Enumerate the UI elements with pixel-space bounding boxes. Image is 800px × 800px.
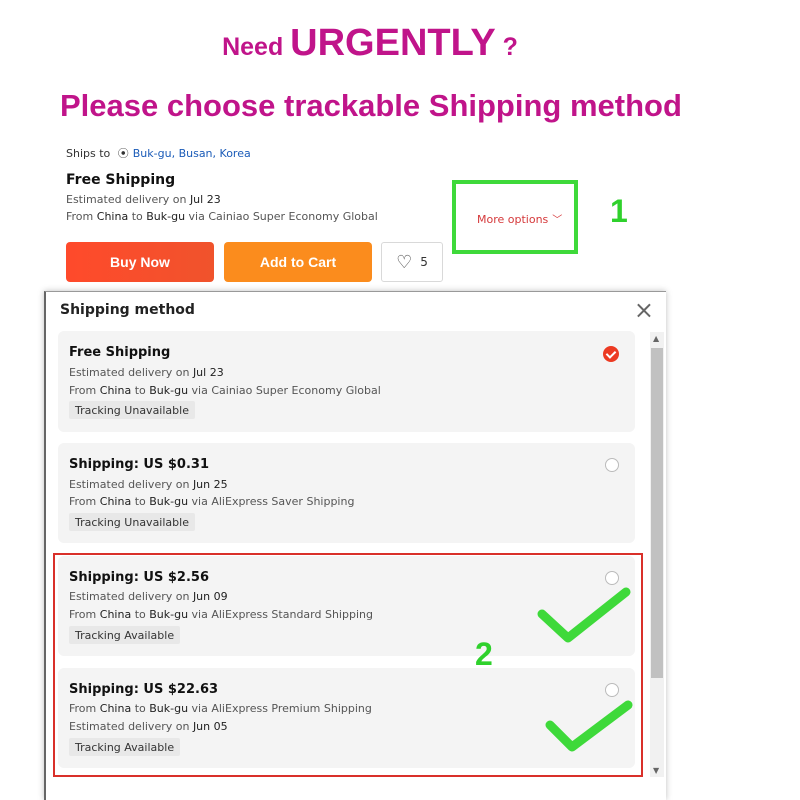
modal-scrollbar[interactable]: ▲ ▼ bbox=[650, 332, 664, 777]
ships-to-label: Ships to bbox=[66, 147, 111, 160]
check-mark-icon bbox=[537, 587, 631, 643]
delivery-estimate: Estimated delivery on Jul 23 bbox=[66, 193, 221, 206]
route-dest: Buk-gu bbox=[149, 495, 189, 508]
route-dest: Buk-gu bbox=[149, 384, 189, 397]
option-title: Shipping: US $0.31 bbox=[69, 457, 209, 472]
delivery-prefix: Estimated delivery on bbox=[66, 193, 187, 206]
check-mark-icon bbox=[545, 700, 633, 752]
route-to: to bbox=[134, 384, 146, 397]
shipping-title: Free Shipping bbox=[66, 172, 176, 188]
ships-to-location[interactable]: Buk-gu, Busan, Korea bbox=[133, 147, 251, 160]
route-origin: China bbox=[99, 384, 132, 397]
option-radio[interactable] bbox=[605, 458, 619, 472]
route-via: via AliExpress Saver Shipping bbox=[191, 495, 355, 508]
more-options-label: More options bbox=[477, 213, 549, 226]
wishlist-count: 5 bbox=[420, 255, 428, 269]
urgent-word: URGENTLY bbox=[290, 22, 496, 64]
scroll-down-icon[interactable]: ▼ bbox=[653, 766, 659, 775]
urgent-headline: Need URGENTLY ? bbox=[0, 22, 740, 65]
heart-icon: ♡ bbox=[396, 251, 413, 273]
shipping-route: From China to Buk-gu via Cainiao Super E… bbox=[66, 210, 378, 223]
route-dest: Buk-gu bbox=[146, 210, 186, 223]
chevron-down-icon: ﹀ bbox=[552, 215, 563, 226]
close-icon[interactable]: × bbox=[634, 298, 654, 322]
route-to: to bbox=[131, 210, 143, 223]
delivery-date: Jun 25 bbox=[192, 478, 228, 491]
step-one-marker: 1 bbox=[610, 193, 628, 229]
delivery-prefix: Estimated delivery on bbox=[69, 478, 190, 491]
delivery-date: Jul 23 bbox=[192, 366, 224, 379]
route-origin: China bbox=[96, 210, 129, 223]
buy-now-button[interactable]: Buy Now bbox=[66, 242, 214, 282]
option-radio-selected[interactable] bbox=[603, 346, 619, 362]
route-to: to bbox=[134, 495, 146, 508]
option-delivery: Estimated delivery on Jul 23 bbox=[69, 366, 224, 379]
route-from: From bbox=[66, 210, 94, 223]
urgent-suffix: ? bbox=[502, 33, 518, 61]
more-options-link[interactable]: More options ﹀ bbox=[477, 211, 562, 226]
ships-to: Ships to ⦿ Buk-gu, Busan, Korea bbox=[66, 145, 251, 161]
wishlist-button[interactable]: ♡ 5 bbox=[381, 242, 443, 282]
urgent-prefix: Need bbox=[222, 33, 284, 61]
route-via: via Cainiao Super Economy Global bbox=[188, 210, 378, 223]
instruction-headline: Please choose trackable Shipping method bbox=[60, 88, 682, 123]
option-route: From China to Buk-gu via Cainiao Super E… bbox=[69, 384, 381, 397]
route-origin: China bbox=[99, 495, 132, 508]
scroll-up-icon[interactable]: ▲ bbox=[653, 334, 659, 343]
scrollbar-thumb[interactable] bbox=[651, 348, 663, 678]
shipping-option-saver[interactable]: Shipping: US $0.31 Estimated delivery on… bbox=[58, 443, 635, 543]
route-from: From bbox=[69, 495, 97, 508]
modal-title: Shipping method bbox=[60, 302, 195, 318]
tracking-badge: Tracking Unavailable bbox=[69, 513, 195, 531]
tracking-badge: Tracking Unavailable bbox=[69, 401, 195, 419]
option-route: From China to Buk-gu via AliExpress Save… bbox=[69, 495, 354, 508]
option-title: Free Shipping bbox=[69, 345, 171, 360]
route-from: From bbox=[69, 384, 97, 397]
shipping-option-free[interactable]: Free Shipping Estimated delivery on Jul … bbox=[58, 331, 635, 432]
delivery-date: Jul 23 bbox=[189, 193, 221, 206]
location-pin-icon: ⦿ bbox=[117, 147, 129, 160]
delivery-prefix: Estimated delivery on bbox=[69, 366, 190, 379]
add-to-cart-button[interactable]: Add to Cart bbox=[224, 242, 372, 282]
route-via: via Cainiao Super Economy Global bbox=[191, 384, 381, 397]
option-delivery: Estimated delivery on Jun 25 bbox=[69, 478, 228, 491]
step-two-marker: 2 bbox=[475, 636, 493, 672]
